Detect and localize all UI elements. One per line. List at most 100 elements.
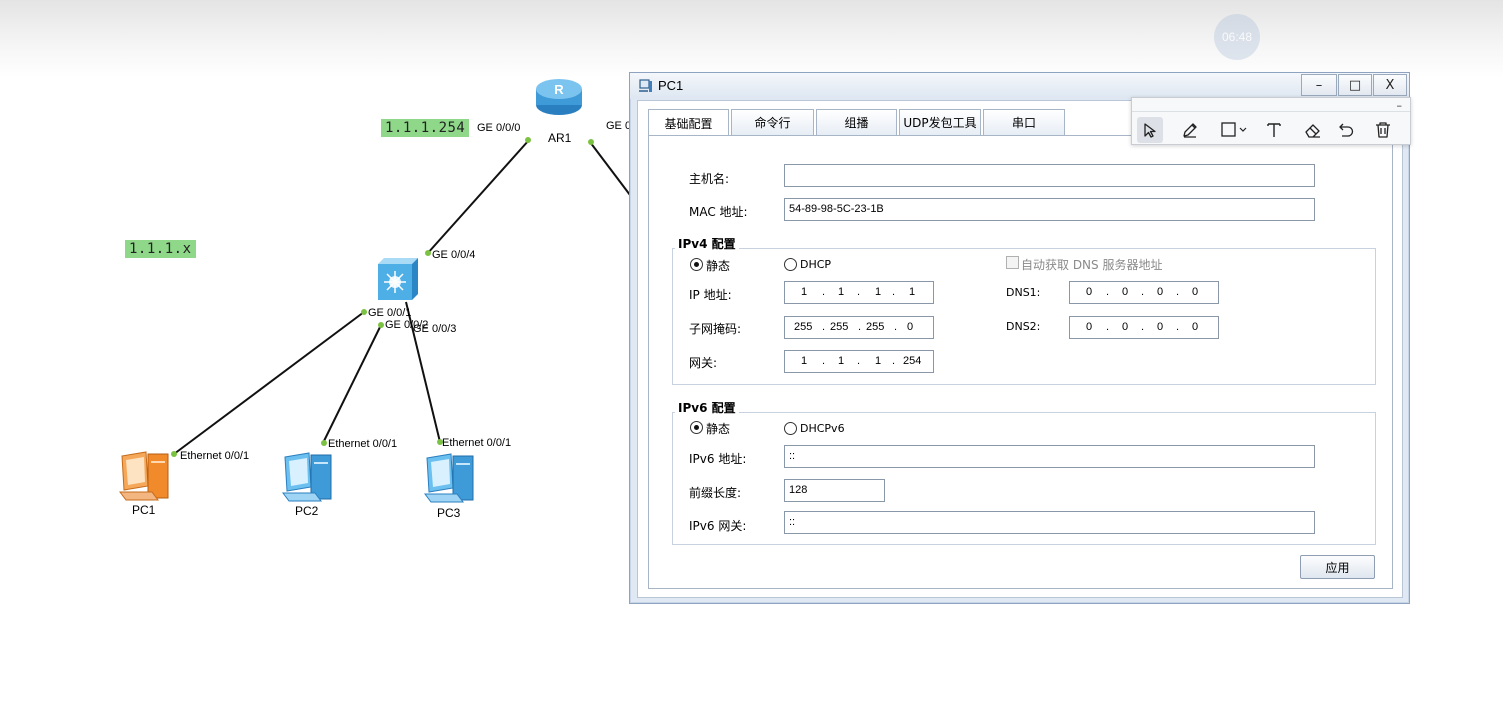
mac-label: MAC 地址: xyxy=(689,205,748,219)
pen-tool-button[interactable] xyxy=(1177,117,1203,143)
ip-dot: . xyxy=(1106,321,1110,333)
link-sw-pc2 xyxy=(322,324,382,444)
eraser-icon xyxy=(1305,124,1320,138)
ipv6-static-label: 静态 xyxy=(706,422,731,436)
window-titlebar[interactable]: PC1 – □ X xyxy=(630,73,1409,99)
window-maximize-button[interactable]: □ xyxy=(1338,74,1372,96)
hostname-input[interactable] xyxy=(784,164,1315,187)
close-icon: X xyxy=(1385,77,1395,93)
delete-tool-button[interactable] xyxy=(1370,117,1396,143)
prefix-length-input[interactable]: 128 xyxy=(784,479,885,502)
undo-icon xyxy=(1339,123,1354,137)
port-label: GE 0 xyxy=(606,120,632,132)
dns1-label: DNS1: xyxy=(1006,286,1041,299)
window-close-button[interactable]: X xyxy=(1373,74,1407,96)
ipv6-gateway-input[interactable]: :: xyxy=(784,511,1315,534)
window-minimize-button[interactable]: – xyxy=(1301,74,1337,96)
link-sw-pc1 xyxy=(173,311,365,455)
annotation-toolbar: – xyxy=(1131,97,1411,145)
ipv6-static-radio[interactable] xyxy=(690,421,703,434)
ip-octet: 0 xyxy=(1192,321,1199,333)
port-label: GE 0/0/4 xyxy=(432,249,476,261)
pc3-icon xyxy=(424,453,474,503)
text-tool-button[interactable] xyxy=(1261,117,1287,143)
ip-dot: . xyxy=(822,286,826,298)
ip-dot: . xyxy=(1141,286,1145,298)
ip-dot: . xyxy=(1176,286,1180,298)
ip-octet: 1 xyxy=(875,286,882,298)
ip-octet: 255 xyxy=(794,321,813,333)
shape-tool-button[interactable] xyxy=(1217,117,1251,143)
ip-octet: 0 xyxy=(1086,321,1093,333)
port-dot xyxy=(361,309,367,315)
maximize-icon: □ xyxy=(1348,77,1362,93)
ipv6-group-title: IPv6 配置 xyxy=(675,399,739,416)
port-dot xyxy=(171,451,177,457)
tab-command-line[interactable]: 命令行 xyxy=(731,109,814,135)
annotation-toolbar-grip[interactable]: – xyxy=(1132,98,1410,112)
apply-button[interactable]: 应用 xyxy=(1300,555,1375,579)
link-ar1-sw xyxy=(426,139,530,255)
ip-dot: . xyxy=(1141,321,1145,333)
ip-octet: 0 xyxy=(1122,286,1129,298)
port-dot xyxy=(378,322,384,328)
tab-udp-tool[interactable]: UDP发包工具 xyxy=(899,109,981,135)
pc1-icon xyxy=(119,451,169,501)
ip-octet: 255 xyxy=(866,321,885,333)
dns1-input[interactable]: 0 . 0 . 0 . 0 xyxy=(1069,281,1219,304)
ip-dot: . xyxy=(858,321,862,333)
trash-icon xyxy=(1376,122,1390,138)
subnet-mask-input[interactable]: 255 . 255 . 255 . 0 xyxy=(784,316,934,339)
hostname-label: 主机名: xyxy=(689,172,730,186)
ipv6-address-input[interactable]: :: xyxy=(784,445,1315,468)
ipv4-dhcp-radio[interactable] xyxy=(784,258,797,271)
link-ar1-right xyxy=(589,141,631,196)
port-label: Ethernet 0/0/1 xyxy=(180,450,250,462)
select-tool-button[interactable] xyxy=(1137,117,1163,143)
window-title: PC1 xyxy=(658,78,684,93)
port-dot xyxy=(321,440,327,446)
ip-dot: . xyxy=(857,355,861,367)
ip-octet: 0 xyxy=(1157,321,1164,333)
pc1-config-window: PC1 – □ X 基础配置 命令行 组播 UDP发包工具 串口 主机名: MA… xyxy=(629,72,1410,604)
ipv4-static-radio[interactable] xyxy=(690,258,703,271)
ip-octet: 1 xyxy=(838,355,845,367)
tab-serial[interactable]: 串口 xyxy=(983,109,1065,135)
ipv4-group-title: IPv4 配置 xyxy=(675,235,739,252)
ip-dot: . xyxy=(892,355,896,367)
pc-app-icon xyxy=(639,79,652,92)
switch-icon xyxy=(378,258,418,300)
tab-multicast[interactable]: 组播 xyxy=(816,109,897,135)
dns2-input[interactable]: 0 . 0 . 0 . 0 xyxy=(1069,316,1219,339)
eraser-tool-button[interactable] xyxy=(1300,117,1326,143)
pen-icon xyxy=(1183,123,1197,138)
cursor-arrow-icon xyxy=(1144,123,1156,138)
port-dot xyxy=(588,139,594,145)
port-dot xyxy=(425,250,431,256)
ipv4-static-label: 静态 xyxy=(706,259,731,273)
pc2-icon xyxy=(282,452,332,502)
device-name-pc1: PC1 xyxy=(132,503,156,517)
toolbar-minimize-icon[interactable]: – xyxy=(1397,99,1403,112)
tab-basic-config[interactable]: 基础配置 xyxy=(648,109,729,136)
ip-octet: 0 xyxy=(907,321,914,333)
ip-octet: 1 xyxy=(909,286,916,298)
mac-input[interactable]: 54-89-98-5C-23-1B xyxy=(784,198,1315,221)
svg-text:R: R xyxy=(554,82,564,97)
gateway-input[interactable]: 1 . 1 . 1 . 254 xyxy=(784,350,934,373)
ip-address-input[interactable]: 1 . 1 . 1 . 1 xyxy=(784,281,934,304)
gateway-label: 网关: xyxy=(689,356,718,370)
ipv6-gateway-label: IPv6 网关: xyxy=(689,519,747,533)
auto-dns-label: 自动获取 DNS 服务器地址 xyxy=(1021,258,1163,272)
ipv6-dhcp-radio[interactable] xyxy=(784,422,797,435)
auto-dns-checkbox[interactable] xyxy=(1006,256,1019,269)
port-dot xyxy=(525,137,531,143)
dns2-label: DNS2: xyxy=(1006,320,1041,333)
ip-octet: 1 xyxy=(875,355,882,367)
device-name-pc2: PC2 xyxy=(295,504,319,518)
screen: { "overlay": { "timer_text": "06:48" }, … xyxy=(0,0,1503,721)
undo-tool-button[interactable] xyxy=(1333,117,1359,143)
mask-label: 子网掩码: xyxy=(689,322,742,336)
port-label: Ethernet 0/0/1 xyxy=(328,438,398,450)
ip-label: IP 地址: xyxy=(689,288,732,302)
